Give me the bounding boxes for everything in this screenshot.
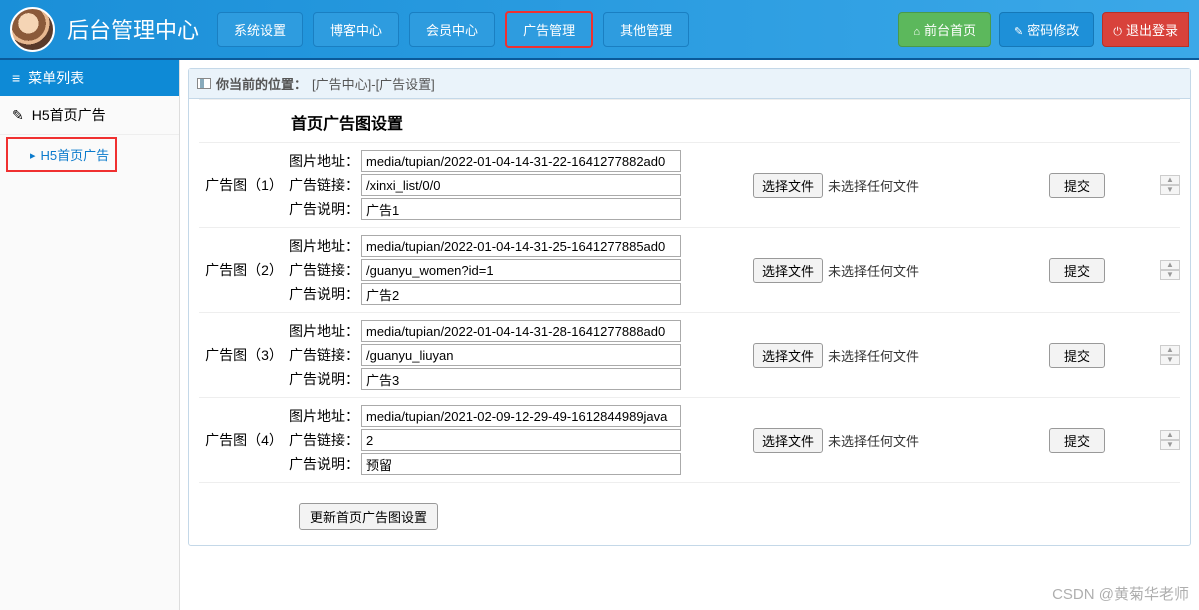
input-ad-link[interactable] — [361, 174, 681, 196]
input-ad-desc[interactable] — [361, 198, 681, 220]
label-ad-desc: 广告说明： — [289, 369, 361, 389]
row-fields: 图片地址： 广告链接： 广告说明： — [289, 234, 681, 306]
input-img-url[interactable] — [361, 405, 681, 427]
input-ad-link[interactable] — [361, 344, 681, 366]
logout-label: 退出登录 — [1126, 23, 1178, 38]
step-up-icon[interactable]: ▲ — [1160, 260, 1180, 270]
avatar — [10, 7, 55, 52]
no-file-text: 未选择任何文件 — [828, 431, 919, 450]
nav-member-center[interactable]: 会员中心 — [409, 12, 495, 47]
stepper: ▲ ▼ — [1160, 175, 1180, 195]
label-img-url: 图片地址： — [289, 321, 361, 341]
ad-row: 广告图（1） 图片地址： 广告链接： 广告说明： 选择文件 未选择任何文件 提交… — [199, 142, 1180, 227]
breadcrumb-prefix: 你当前的位置： — [216, 74, 307, 93]
panel-title: 首页广告图设置 — [199, 99, 1180, 142]
input-img-url[interactable] — [361, 235, 681, 257]
row-fields: 图片地址： 广告链接： 广告说明： — [289, 149, 681, 221]
list-icon — [12, 70, 20, 86]
main: 你当前的位置： [广告中心]-[广告设置] 首页广告图设置 广告图（1） 图片地… — [180, 60, 1199, 610]
row-name: 广告图（4） — [199, 430, 289, 450]
app-title: 后台管理中心 — [67, 13, 199, 45]
input-ad-link[interactable] — [361, 259, 681, 281]
label-ad-link: 广告链接： — [289, 430, 361, 450]
label-img-url: 图片地址： — [289, 151, 361, 171]
front-site-button[interactable]: ⌂ 前台首页 — [898, 12, 991, 47]
no-file-text: 未选择任何文件 — [828, 261, 919, 280]
pencil-icon: ✎ — [1014, 26, 1023, 38]
sidebar-head: 菜单列表 — [0, 60, 179, 96]
sidebar-head-label: 菜单列表 — [28, 68, 84, 88]
step-up-icon[interactable]: ▲ — [1160, 175, 1180, 185]
front-site-label: 前台首页 — [924, 23, 976, 38]
power-icon: ⏻ — [1113, 26, 1122, 38]
logout-button[interactable]: ⏻ 退出登录 — [1102, 12, 1189, 47]
row-name: 广告图（3） — [199, 345, 289, 365]
breadcrumb-path: [广告中心]-[广告设置] — [312, 74, 435, 93]
nav-blog-center[interactable]: 博客中心 — [313, 12, 399, 47]
no-file-text: 未选择任何文件 — [828, 346, 919, 365]
nav-ad-manage[interactable]: 广告管理 — [505, 11, 593, 48]
nav-sys-settings[interactable]: 系统设置 — [217, 12, 303, 47]
row-fields: 图片地址： 广告链接： 广告说明： — [289, 319, 681, 391]
submit-button[interactable]: 提交 — [1049, 428, 1105, 453]
header-bar: 后台管理中心 系统设置 博客中心 会员中心 广告管理 其他管理 ⌂ 前台首页 ✎ 密… — [0, 0, 1199, 60]
stepper: ▲ ▼ — [1160, 260, 1180, 280]
ad-row: 广告图（4） 图片地址： 广告链接： 广告说明： 选择文件 未选择任何文件 提交… — [199, 397, 1180, 482]
sidebar-item-h5-home-ad[interactable]: H5首页广告 — [6, 137, 117, 172]
step-down-icon[interactable]: ▼ — [1160, 270, 1180, 280]
input-ad-desc[interactable] — [361, 453, 681, 475]
triangle-icon — [30, 147, 36, 162]
update-settings-button[interactable]: 更新首页广告图设置 — [299, 503, 438, 530]
label-ad-link: 广告链接： — [289, 345, 361, 365]
step-down-icon[interactable]: ▼ — [1160, 185, 1180, 195]
choose-file-button[interactable]: 选择文件 — [753, 428, 823, 453]
sidebar-item-label: H5首页广告 — [41, 145, 110, 164]
sidebar-section[interactable]: H5首页广告 — [0, 96, 179, 135]
choose-file-button[interactable]: 选择文件 — [753, 173, 823, 198]
label-img-url: 图片地址： — [289, 236, 361, 256]
edit-icon — [12, 107, 24, 124]
stepper: ▲ ▼ — [1160, 345, 1180, 365]
sidebar: 菜单列表 H5首页广告 H5首页广告 — [0, 60, 180, 610]
input-ad-link[interactable] — [361, 429, 681, 451]
step-down-icon[interactable]: ▼ — [1160, 355, 1180, 365]
submit-button[interactable]: 提交 — [1049, 258, 1105, 283]
row-name: 广告图（2） — [199, 260, 289, 280]
step-up-icon[interactable]: ▲ — [1160, 430, 1180, 440]
label-ad-link: 广告链接： — [289, 260, 361, 280]
row-fields: 图片地址： 广告链接： 广告说明： — [289, 404, 681, 476]
nav-other-manage[interactable]: 其他管理 — [603, 12, 689, 47]
label-ad-desc: 广告说明： — [289, 199, 361, 219]
step-down-icon[interactable]: ▼ — [1160, 440, 1180, 450]
row-name: 广告图（1） — [199, 175, 289, 195]
sidebar-section-label: H5首页广告 — [32, 105, 106, 125]
input-ad-desc[interactable] — [361, 283, 681, 305]
stepper: ▲ ▼ — [1160, 430, 1180, 450]
location-icon — [197, 78, 211, 89]
submit-button[interactable]: 提交 — [1049, 173, 1105, 198]
label-ad-link: 广告链接： — [289, 175, 361, 195]
label-img-url: 图片地址： — [289, 406, 361, 426]
breadcrumb: 你当前的位置： [广告中心]-[广告设置] — [189, 69, 1190, 99]
step-up-icon[interactable]: ▲ — [1160, 345, 1180, 355]
content-panel: 你当前的位置： [广告中心]-[广告设置] 首页广告图设置 广告图（1） 图片地… — [188, 68, 1191, 546]
home-icon: ⌂ — [913, 26, 920, 38]
input-img-url[interactable] — [361, 150, 681, 172]
choose-file-button[interactable]: 选择文件 — [753, 343, 823, 368]
submit-button[interactable]: 提交 — [1049, 343, 1105, 368]
ad-row: 广告图（3） 图片地址： 广告链接： 广告说明： 选择文件 未选择任何文件 提交… — [199, 312, 1180, 397]
label-ad-desc: 广告说明： — [289, 454, 361, 474]
input-ad-desc[interactable] — [361, 368, 681, 390]
choose-file-button[interactable]: 选择文件 — [753, 258, 823, 283]
ad-row: 广告图（2） 图片地址： 广告链接： 广告说明： 选择文件 未选择任何文件 提交… — [199, 227, 1180, 312]
change-password-label: 密码修改 — [1027, 23, 1079, 38]
input-img-url[interactable] — [361, 320, 681, 342]
change-password-button[interactable]: ✎ 密码修改 — [999, 12, 1094, 47]
no-file-text: 未选择任何文件 — [828, 176, 919, 195]
label-ad-desc: 广告说明： — [289, 284, 361, 304]
